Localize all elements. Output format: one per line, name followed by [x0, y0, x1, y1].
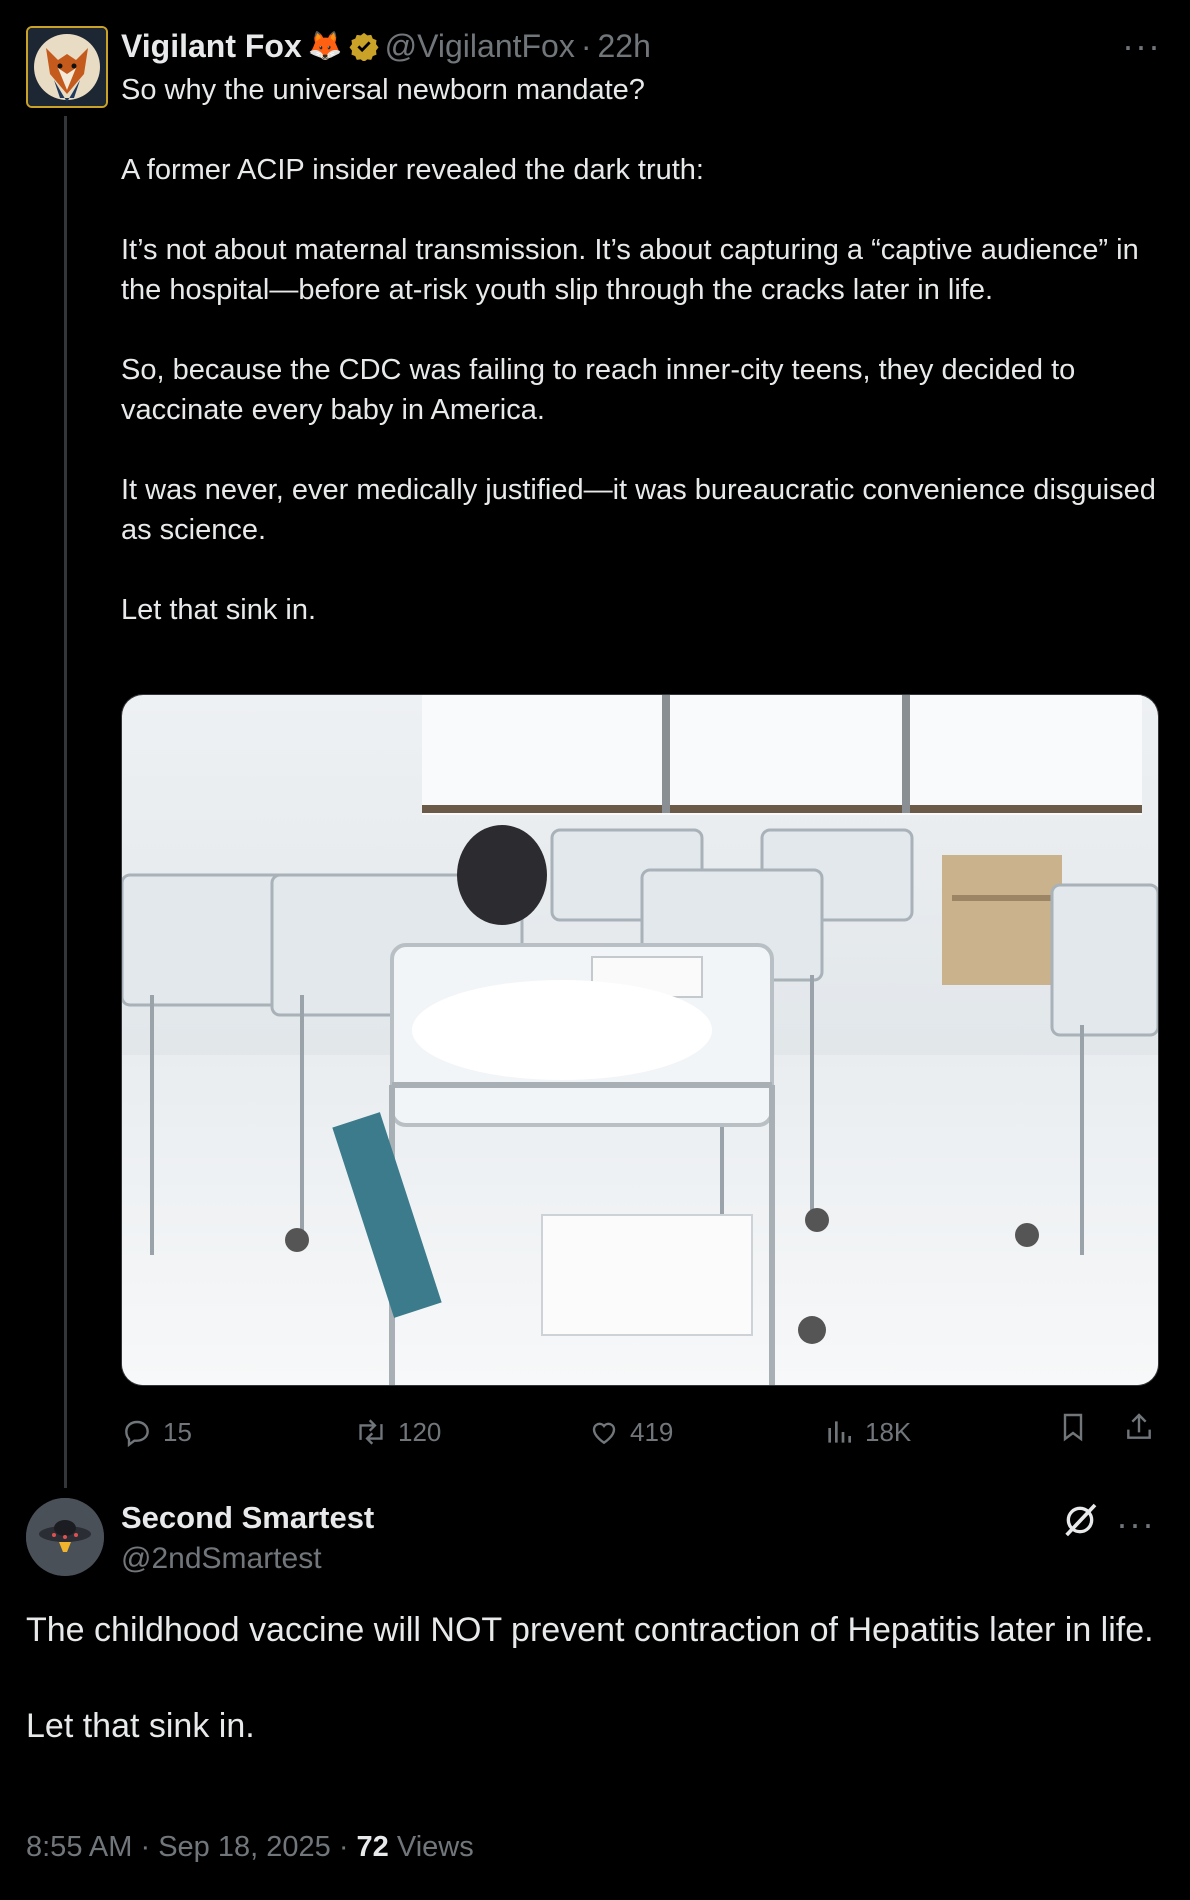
tweet-action-bar: 15 120 419 18K: [121, 1410, 1161, 1454]
reply-text: The childhood vaccine will NOT prevent c…: [26, 1611, 1154, 1745]
tweet-text: So why the universal newborn mandate? A …: [121, 74, 1156, 626]
verified-badge-icon: [349, 32, 379, 61]
tweet-photo-nursery[interactable]: [121, 694, 1159, 1386]
views-button[interactable]: 18K: [823, 1410, 911, 1454]
views-count: 18K: [865, 1417, 912, 1447]
reply-date[interactable]: Sep 18, 2025: [158, 1831, 331, 1863]
reply-count: 15: [163, 1417, 192, 1447]
tweet-header: Vigilant Fox 🦊 @VigilantFox · 22h: [121, 24, 651, 68]
like-count: 419: [630, 1417, 674, 1447]
author-handle[interactable]: @VigilantFox: [385, 24, 575, 68]
reply-more-options-icon[interactable]: ···: [1116, 1506, 1155, 1542]
fox-emoji: 🦊: [307, 30, 343, 61]
repost-icon: [359, 1419, 383, 1445]
repost-count: 120: [398, 1417, 442, 1447]
author-display-name[interactable]: Vigilant Fox: [121, 24, 302, 68]
thread-connector-line: [64, 116, 67, 1488]
ufo-avatar-image: [26, 1498, 104, 1576]
header-separator: ·: [580, 28, 592, 64]
bookmark-icon: [1063, 1413, 1083, 1442]
like-button[interactable]: 419: [588, 1410, 673, 1454]
analytics-icon: [828, 1421, 851, 1443]
reply-time[interactable]: 8:55 AM: [26, 1831, 132, 1863]
heart-icon: [592, 1422, 616, 1445]
second-smartest-avatar[interactable]: [26, 1498, 104, 1576]
hospital-nursery-image: [122, 695, 1158, 1385]
reply-meta: 8:55 AM · Sep 18, 2025 · 72 Views: [26, 1826, 474, 1868]
reply-author-display-name[interactable]: Second Smartest: [121, 1496, 374, 1540]
reply-views-label: Views: [396, 1831, 474, 1863]
reply-button[interactable]: 15: [121, 1410, 192, 1454]
repost-button[interactable]: 120: [354, 1410, 441, 1454]
reply-author-handle[interactable]: @2ndSmartest: [121, 1538, 322, 1580]
bookmark-button[interactable]: [1057, 1410, 1089, 1444]
reply-icon: [125, 1420, 149, 1448]
fox-avatar-image: [28, 28, 106, 106]
share-button[interactable]: [1123, 1410, 1155, 1444]
reply-views-count: 72: [356, 1831, 389, 1863]
meta-separator-1: ·: [140, 1831, 151, 1863]
more-options-icon[interactable]: ···: [1122, 28, 1161, 64]
meta-separator-2: ·: [338, 1831, 349, 1863]
tweet-time-ago[interactable]: 22h: [598, 24, 651, 68]
share-icon: [1127, 1413, 1151, 1439]
vigilant-fox-avatar[interactable]: [26, 26, 108, 108]
grok-icon[interactable]: [1060, 1500, 1100, 1540]
